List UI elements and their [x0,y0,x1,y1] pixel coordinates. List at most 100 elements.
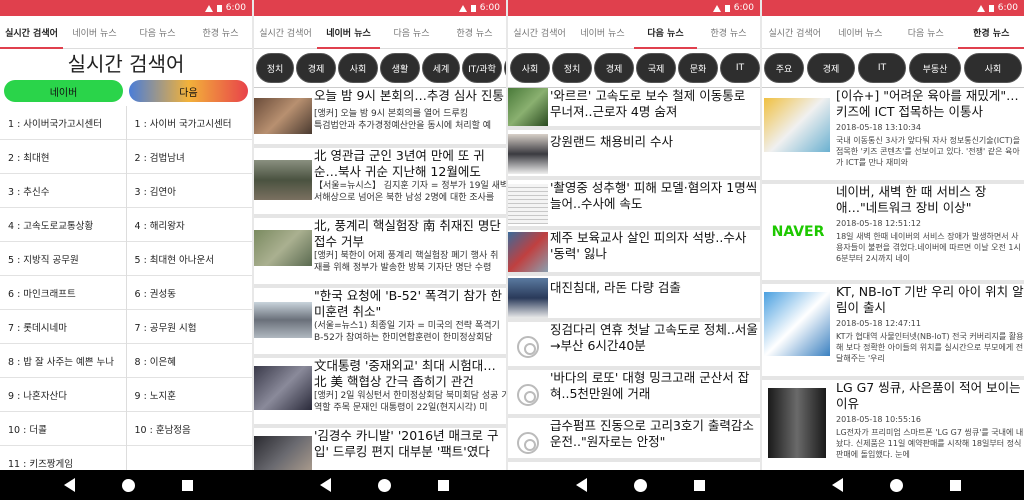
news-thumbnail [254,428,312,474]
back-icon[interactable] [319,478,331,492]
chip-economy[interactable]: 경제 [594,53,634,83]
news-item[interactable]: [이슈+] "어려운 육아를 재밌게"…키즈에 ICT 접목하는 이통사 2018… [762,88,1024,184]
news-item[interactable]: KT, NB-IoT 기반 우리 아이 위치 알림이 출시 2018-05-18 … [762,284,1024,380]
tab-hankyung-news[interactable]: 한경 뉴스 [189,16,252,48]
home-icon[interactable] [377,478,391,492]
recents-icon[interactable] [437,479,449,491]
chip-life[interactable]: 생활 [380,53,420,83]
keyword-item[interactable]: 10 : 더콜 [0,412,126,446]
keyword-item[interactable]: 6 : 권성동 [126,276,252,310]
news-item[interactable]: 오늘 밤 9시 본회의…추경 심사 진통 [앵커] 오늘 밤 9시 본회의를 열어… [254,88,506,148]
chip-entertainment[interactable]: 연예 [504,53,506,83]
back-icon[interactable] [831,478,843,492]
keyword-item[interactable]: 7 : 공무원 시험 [126,310,252,344]
category-chips: 사회 정치 경제 국제 문화 IT [508,49,760,87]
chip-economy[interactable]: 경제 [807,53,855,83]
keyword-item[interactable]: 10 : 훈남정음 [126,412,252,446]
chip-culture[interactable]: 문화 [678,53,718,83]
news-date: 2018-05-18 12:47:11 [836,319,921,328]
keyword-item[interactable]: 3 : 추신수 [0,174,126,208]
chip-society[interactable]: 사회 [964,53,1022,83]
news-title: 대진침대, 라돈 다량 검출 [550,280,681,295]
keyword-item[interactable]: 2 : 최대현 [0,140,126,174]
recents-icon[interactable] [693,479,705,491]
panel-naver-news: 6:00 실시간 검색어 네이버 뉴스 다음 뉴스 한경 뉴스 정치 경제 사회… [254,0,506,500]
keyword-item[interactable]: 7 : 롯데시네마 [0,310,126,344]
page-title: 실시간 검색어 [67,52,185,76]
tab-daum-news[interactable]: 다음 뉴스 [380,16,443,48]
news-date: 2018-05-18 10:55:16 [836,415,921,424]
recents-icon[interactable] [181,479,193,491]
keyword-item[interactable]: 2 : 검법남녀 [126,140,252,174]
news-thumbnail [762,380,834,476]
tab-hankyung-news[interactable]: 한경 뉴스 [443,16,506,48]
news-item[interactable]: 대진침대, 라돈 다량 검출 [508,276,760,322]
keyword-item[interactable]: 1 : 사이버국가고시센터 [0,106,126,140]
news-item[interactable]: '촬영중 성추행' 피해 모델·혐의자 1명씩 늘어..수사에 속도 [508,180,760,230]
news-title: KT, NB-IoT 기반 우리 아이 위치 알림이 출시 [836,284,1024,315]
tab-realtime-search[interactable]: 실시간 검색어 [0,16,63,48]
tab-naver-news[interactable]: 네이버 뉴스 [571,16,634,48]
keyword-item[interactable]: 9 : 나혼자산다 [0,378,126,412]
tab-hankyung-news[interactable]: 한경 뉴스 [959,16,1024,48]
news-item[interactable]: '바다의 로또' 대형 밍크고래 군산서 잡혀..5천만원에 거래 [508,370,760,418]
keyword-item[interactable]: 4 : 고속도로교통상황 [0,208,126,242]
chip-it-science[interactable]: IT/과학 [462,53,502,83]
news-summary-2: 서해상으로 넘어온 북한 남성 2명에 대한 조사를 [314,193,495,203]
battery-icon [988,4,994,12]
chip-society[interactable]: 사회 [510,53,550,83]
keyword-item[interactable]: 3 : 김연아 [126,174,252,208]
news-item[interactable]: 강원랜드 채용비리 수사 [508,130,760,180]
home-icon[interactable] [889,478,903,492]
daum-button[interactable]: 다음 [129,80,248,102]
news-item[interactable]: 제주 보육교사 살인 피의자 석방..수사 '동력' 잃나 [508,230,760,276]
home-icon[interactable] [633,478,647,492]
chip-world[interactable]: 세계 [422,53,460,83]
battery-icon [470,4,476,12]
home-icon[interactable] [121,478,135,492]
chip-it[interactable]: IT [720,53,760,83]
tab-daum-news[interactable]: 다음 뉴스 [634,16,697,48]
keyword-item[interactable]: 5 : 최대현 아나운서 [126,242,252,276]
news-item[interactable]: 文대통령 '중재외교' 최대 시험대…北 美 핵협상 간극 좁히기 관건 [앵커]… [254,358,506,428]
tab-naver-news[interactable]: 네이버 뉴스 [317,16,380,48]
tab-naver-news[interactable]: 네이버 뉴스 [63,16,126,48]
chip-international[interactable]: 국제 [636,53,676,83]
news-item[interactable]: 징검다리 연휴 첫날 고속도로 정체..서울→부산 6시간40분 [508,322,760,370]
news-item[interactable]: 北, 풍계리 핵실험장 南 취재진 명단 접수 거부 [앵커] 북한이 어제 풍계… [254,218,506,288]
chip-society[interactable]: 사회 [338,53,378,83]
tab-realtime-search[interactable]: 실시간 검색어 [254,16,317,48]
tab-realtime-search[interactable]: 실시간 검색어 [508,16,571,48]
keyword-item[interactable]: 1 : 사이버 국가고시센터 [126,106,252,140]
chip-politics[interactable]: 정치 [552,53,592,83]
keyword-item[interactable]: 5 : 지방직 공무원 [0,242,126,276]
keyword-item[interactable]: 4 : 해리왕자 [126,208,252,242]
status-bar: 6:00 [508,0,760,16]
news-item[interactable]: 급수펌프 진동으로 고리3호기 출력감소 운전.."원자로는 안정" [508,418,760,462]
tab-daum-news[interactable]: 다음 뉴스 [126,16,189,48]
keyword-item[interactable]: 6 : 마인크래프트 [0,276,126,310]
chip-economy[interactable]: 경제 [296,53,336,83]
chip-it[interactable]: IT [858,53,906,83]
chip-main[interactable]: 주요 [764,53,804,83]
keyword-item[interactable]: 8 : 이은혜 [126,344,252,378]
recents-icon[interactable] [949,479,961,491]
news-item[interactable]: 北 영관급 군인 3년여 만에 또 귀순…북사 귀순 지난해 12월에도 【서울=… [254,148,506,218]
keyword-item[interactable]: 8 : 밥 잘 사주는 예쁜 누나 [0,344,126,378]
tab-bar: 실시간 검색어 네이버 뉴스 다음 뉴스 한경 뉴스 [762,16,1024,49]
news-item[interactable]: '와르르' 고속도로 보수 철제 이동통로 무너져..근로자 4명 숨져 [508,88,760,130]
chip-real-estate[interactable]: 부동산 [909,53,961,83]
tab-naver-news[interactable]: 네이버 뉴스 [828,16,894,48]
chip-politics[interactable]: 정치 [256,53,294,83]
keyword-item[interactable]: 9 : 노지훈 [126,378,252,412]
news-item[interactable]: NAVER 네이버, 새벽 한 때 서비스 장애…"네트워크 장비 이상" 201… [762,184,1024,284]
tab-realtime-search[interactable]: 실시간 검색어 [762,16,828,48]
no-image-icon [517,384,539,406]
news-item[interactable]: LG G7 씽큐, 사은품이 적어 보이는 이유 2018-05-18 10:55… [762,380,1024,480]
tab-daum-news[interactable]: 다음 뉴스 [893,16,959,48]
back-icon[interactable] [575,478,587,492]
naver-button[interactable]: 네이버 [4,80,123,102]
news-item[interactable]: "한국 요청에 'B-52' 폭격기 참가 한미훈련 취소" (서울=뉴스1) 최… [254,288,506,358]
tab-hankyung-news[interactable]: 한경 뉴스 [697,16,760,48]
back-icon[interactable] [63,478,75,492]
